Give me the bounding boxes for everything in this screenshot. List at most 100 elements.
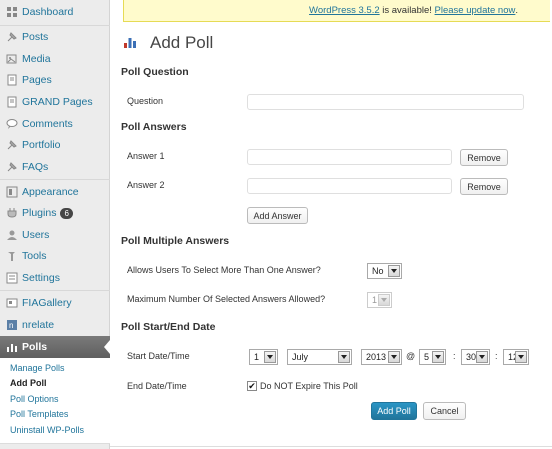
start-year-select[interactable]: 2013 [361,349,402,365]
multiple-answers-select[interactable]: No [367,263,402,279]
select-value: 2013 [366,352,387,362]
menu-label: Polls [22,341,48,353]
page-title: Add Poll [150,33,214,52]
no-expire-label: Do NOT Expire This Poll [260,381,358,391]
pages-icon [6,74,18,86]
menu-label: Comments [22,118,73,130]
pin-icon [6,31,18,43]
chevron-down-icon [388,265,400,277]
start-hour-select[interactable]: 5 [419,349,446,365]
answer-1-input[interactable] [247,149,452,165]
menu-item-media[interactable]: Media [0,48,110,70]
footer-divider [110,446,552,447]
notice-period: . [515,5,518,16]
plugins-icon [6,207,18,219]
no-expire-checkbox[interactable]: ✔ [247,381,257,391]
start-minute-select[interactable]: 30 [461,349,490,365]
at-separator: @ [406,351,416,361]
select-value: 30 [466,352,477,362]
submenu-add-poll[interactable]: Add Poll [10,378,47,388]
time-separator: : [453,351,456,361]
menu-item-faqs[interactable]: FAQs [0,156,110,178]
section-poll-multiple-answers: Poll Multiple Answers [121,235,230,247]
multiple-answers-label: Allows Users To Select More Than One Ans… [127,265,321,275]
polls-icon [6,341,18,353]
start-month-select[interactable]: July [287,349,352,365]
polls-submenu: Manage Polls Add Poll Poll Options Poll … [0,358,110,444]
section-poll-question: Poll Question [121,66,189,78]
remove-answer-1-button[interactable]: Remove [460,149,508,166]
menu-label: nrelate [22,319,55,331]
answer-2-input[interactable] [247,178,452,194]
menu-item-fiagallery[interactable]: FIAGallery [0,292,110,314]
section-poll-dates: Poll Start/End Date [121,321,216,333]
menu-item-appearance[interactable]: Appearance [0,181,110,203]
menu-label: GRAND Pages [22,96,93,108]
svg-text:n: n [9,321,13,330]
media-icon [6,53,18,65]
submenu-manage-polls[interactable]: Manage Polls [10,363,65,373]
chevron-down-icon [476,351,488,363]
admin-sidebar: Dashboard Posts Media Pages GRAND Pages … [0,0,110,449]
menu-item-grand-pages[interactable]: GRAND Pages [0,91,110,113]
menu-label: Users [22,229,50,241]
submenu-poll-options[interactable]: Poll Options [10,394,59,404]
select-value: 1 [254,352,260,362]
submenu-poll-templates[interactable]: Poll Templates [10,409,68,419]
chevron-down-icon [388,351,400,363]
start-day-select[interactable]: 1 [249,349,278,365]
menu-label: Settings [22,272,60,284]
select-value: July [292,352,309,362]
current-menu-arrow [104,340,110,354]
menu-item-plugins[interactable]: Plugins 6 [0,202,110,224]
wordpress-version-link[interactable]: WordPress 3.5.2 [309,5,380,16]
users-icon [6,229,18,241]
remove-answer-2-button[interactable]: Remove [460,178,508,195]
gallery-icon [6,297,18,309]
question-input[interactable] [247,94,524,110]
update-now-link[interactable]: Please update now [435,5,516,16]
end-datetime-label: End Date/Time [127,381,187,391]
pages-icon [6,96,18,108]
menu-divider [0,290,110,291]
menu-label: Plugins [22,207,57,219]
menu-item-posts[interactable]: Posts [0,26,110,48]
menu-item-tools[interactable]: Tools [0,245,110,267]
chevron-down-icon [264,351,276,363]
answer-2-label: Answer 2 [127,180,165,190]
menu-item-portfolio[interactable]: Portfolio [0,134,110,156]
pin-icon [6,161,18,173]
add-poll-button[interactable]: Add Poll [371,402,417,420]
tools-icon [6,250,18,262]
appearance-icon [6,186,18,198]
menu-item-settings[interactable]: Settings [0,267,110,289]
select-value: 5 [424,352,430,362]
submenu-uninstall-wp-polls[interactable]: Uninstall WP-Polls [10,425,84,435]
settings-icon [6,272,18,284]
menu-label: FAQs [22,161,49,173]
menu-item-dashboard[interactable]: Dashboard [0,1,110,23]
select-value: 1 [372,295,378,305]
start-second-select[interactable]: 12 [503,349,529,365]
time-separator: : [495,351,498,361]
chevron-down-icon [378,294,390,306]
menu-item-comments[interactable]: Comments [0,113,110,135]
cancel-button[interactable]: Cancel [423,402,466,420]
menu-label: Appearance [22,186,79,198]
menu-item-pages[interactable]: Pages [0,69,110,91]
chevron-down-icon [515,351,527,363]
max-answers-select[interactable]: 1 [367,292,392,308]
chevron-down-icon [338,351,350,363]
menu-label: Media [22,53,51,65]
menu-item-polls[interactable]: Polls [0,336,110,358]
menu-item-users[interactable]: Users [0,224,110,246]
start-datetime-label: Start Date/Time [127,351,190,361]
menu-label: FIAGallery [22,297,72,309]
menu-label: Posts [22,31,49,43]
plugins-update-badge: 6 [60,207,73,219]
dashboard-icon [6,6,18,18]
menu-label: Dashboard [22,6,74,18]
menu-item-nrelate[interactable]: n nrelate [0,314,110,336]
add-answer-button[interactable]: Add Answer [247,207,308,224]
question-label: Question [127,96,164,106]
